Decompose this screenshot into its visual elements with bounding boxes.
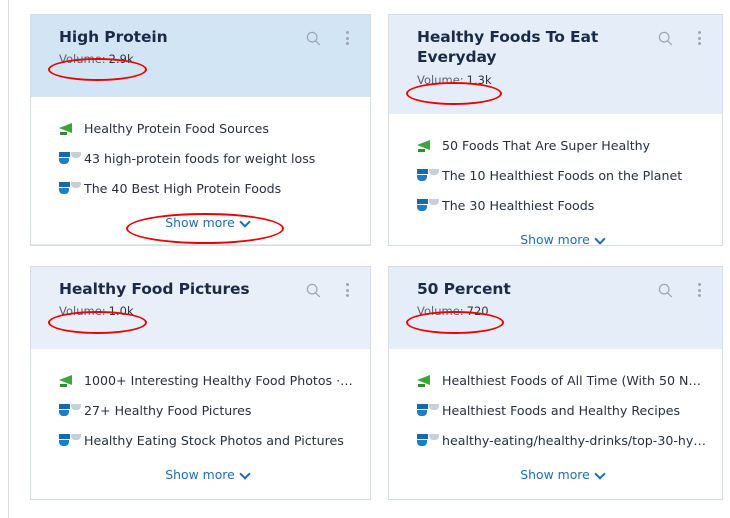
show-more-button[interactable]: Show more <box>165 215 249 230</box>
list-item[interactable]: 27+ Healthy Food Pictures <box>59 395 356 425</box>
volume-metric: Volume: 2.9k <box>59 52 134 66</box>
show-more-button[interactable]: Show more <box>520 467 604 482</box>
search-icon[interactable] <box>304 29 322 47</box>
card-header-actions <box>656 29 708 47</box>
volume-label: Volume: <box>417 304 464 319</box>
card-footer-divider <box>31 244 370 245</box>
chevron-down-icon <box>241 470 250 479</box>
blue-site-favicon-icon <box>417 403 432 417</box>
list-item[interactable]: 50 Foods That Are Super Healthy <box>417 130 708 160</box>
volume-label: Volume: <box>59 304 106 319</box>
green-site-favicon-icon <box>59 121 74 135</box>
keyword-card-healthy-foods-to-eat-everyday[interactable]: Healthy Foods To Eat Everyday Volume: 1.3… <box>388 14 723 248</box>
card-header-actions <box>304 281 356 299</box>
card-header-actions <box>304 29 356 47</box>
card-body: Healthiest Foods of All Time (With 50 Ne… <box>389 349 722 483</box>
chevron-down-icon <box>241 218 250 227</box>
volume-value: 720 <box>466 304 489 319</box>
list-item-label: 50 Foods That Are Super Healthy <box>442 137 651 153</box>
card-body: 50 Foods That Are Super Healthy The 10 H… <box>389 114 722 248</box>
list-item[interactable]: Healthiest Foods and Healthy Recipes <box>417 395 708 425</box>
list-item[interactable]: healthy-eating/healthy-drinks/top-30-hyd… <box>417 425 708 455</box>
list-item-label: The 30 Healthiest Foods <box>442 197 595 213</box>
green-site-favicon-icon <box>417 138 432 152</box>
list-item[interactable]: 1000+ Interesting Healthy Food Photos · … <box>59 365 356 395</box>
volume-value: 1.0k <box>108 304 134 319</box>
volume-metric: Volume: 720 <box>417 304 489 318</box>
volume-value: 2.9k <box>108 52 134 67</box>
search-icon[interactable] <box>304 281 322 299</box>
volume-metric: Volume: 1.3k <box>417 73 492 87</box>
list-item-label: Healthiest Foods of All Time (With 50 Ne… <box>442 372 708 388</box>
show-more-button[interactable]: Show more <box>520 232 604 247</box>
cards-grid: High Protein Volume: 2.9k Healthy Protein <box>0 0 730 518</box>
list-item-label: The 40 Best High Protein Foods <box>84 180 282 196</box>
list-item-label: 43 high-protein foods for weight loss <box>84 150 316 166</box>
keyword-card-50-percent[interactable]: 50 Percent Volume: 720 Healthiest Foods o <box>388 266 723 500</box>
volume-metric: Volume: 1.0k <box>59 304 134 318</box>
blue-site-favicon-icon <box>59 151 74 165</box>
list-item-label: Healthy Protein Food Sources <box>84 120 269 136</box>
list-item[interactable]: Healthy Protein Food Sources <box>59 113 356 143</box>
show-more-row: Show more <box>417 229 708 248</box>
kebab-menu-icon[interactable] <box>338 281 356 299</box>
list-item[interactable]: The 10 Healthiest Foods on the Planet <box>417 160 708 190</box>
card-body: 1000+ Interesting Healthy Food Photos · … <box>31 349 370 483</box>
blue-site-favicon-icon <box>59 433 74 447</box>
list-item[interactable]: Healthiest Foods of All Time (With 50 Ne… <box>417 365 708 395</box>
volume-value: 1.3k <box>466 72 492 87</box>
kebab-menu-icon[interactable] <box>338 29 356 47</box>
list-item-label: The 10 Healthiest Foods on the Planet <box>442 167 683 183</box>
card-header: 50 Percent Volume: 720 <box>389 267 722 349</box>
list-item[interactable]: 43 high-protein foods for weight loss <box>59 143 356 173</box>
keyword-cards-screen: High Protein Volume: 2.9k Healthy Protein <box>0 0 730 518</box>
card-header: Healthy Food Pictures Volume: 1.0k <box>31 267 370 349</box>
list-item-label: healthy-eating/healthy-drinks/top-30-hyd… <box>442 432 708 448</box>
keyword-card-healthy-food-pictures[interactable]: Healthy Food Pictures Volume:1.0k 1000+ <box>30 266 371 500</box>
green-site-favicon-icon <box>59 373 74 387</box>
list-item[interactable]: Healthy Eating Stock Photos and Pictures <box>59 425 356 455</box>
list-item-label: 27+ Healthy Food Pictures <box>84 402 252 418</box>
kebab-menu-icon[interactable] <box>690 281 708 299</box>
show-more-label: Show more <box>520 467 590 482</box>
keyword-card-high-protein[interactable]: High Protein Volume: 2.9k Healthy Protein <box>30 14 371 246</box>
blue-site-favicon-icon <box>417 168 432 182</box>
search-icon[interactable] <box>656 29 674 47</box>
list-item[interactable]: The 40 Best High Protein Foods <box>59 173 356 203</box>
list-item-label: Healthiest Foods and Healthy Recipes <box>442 402 681 418</box>
volume-label: Volume: <box>59 52 106 67</box>
show-more-row: Show more <box>59 464 356 483</box>
show-more-button[interactable]: Show more <box>165 467 249 482</box>
show-more-label: Show more <box>165 467 235 482</box>
chevron-down-icon <box>596 470 605 479</box>
blue-site-favicon-icon <box>59 403 74 417</box>
list-item[interactable]: The 30 Healthiest Foods <box>417 190 708 220</box>
card-header: High Protein Volume: 2.9k <box>31 15 370 97</box>
volume-label: Volume: <box>417 72 464 87</box>
green-site-favicon-icon <box>417 373 432 387</box>
show-more-label: Show more <box>520 232 590 247</box>
show-more-label: Show more <box>165 215 235 230</box>
blue-site-favicon-icon <box>417 433 432 447</box>
card-body: Healthy Protein Food Sources 43 high-pro… <box>31 97 370 231</box>
search-icon[interactable] <box>656 281 674 299</box>
blue-site-favicon-icon <box>59 181 74 195</box>
blue-site-favicon-icon <box>417 198 432 212</box>
card-header-actions <box>656 281 708 299</box>
list-item-label: Healthy Eating Stock Photos and Pictures <box>84 432 344 448</box>
chevron-down-icon <box>596 235 605 244</box>
kebab-menu-icon[interactable] <box>690 29 708 47</box>
card-header: Healthy Foods To Eat Everyday Volume: 1.3… <box>389 15 722 114</box>
show-more-row: Show more <box>417 464 708 483</box>
show-more-row: Show more <box>59 212 356 231</box>
list-item-label: 1000+ Interesting Healthy Food Photos · … <box>84 372 356 388</box>
